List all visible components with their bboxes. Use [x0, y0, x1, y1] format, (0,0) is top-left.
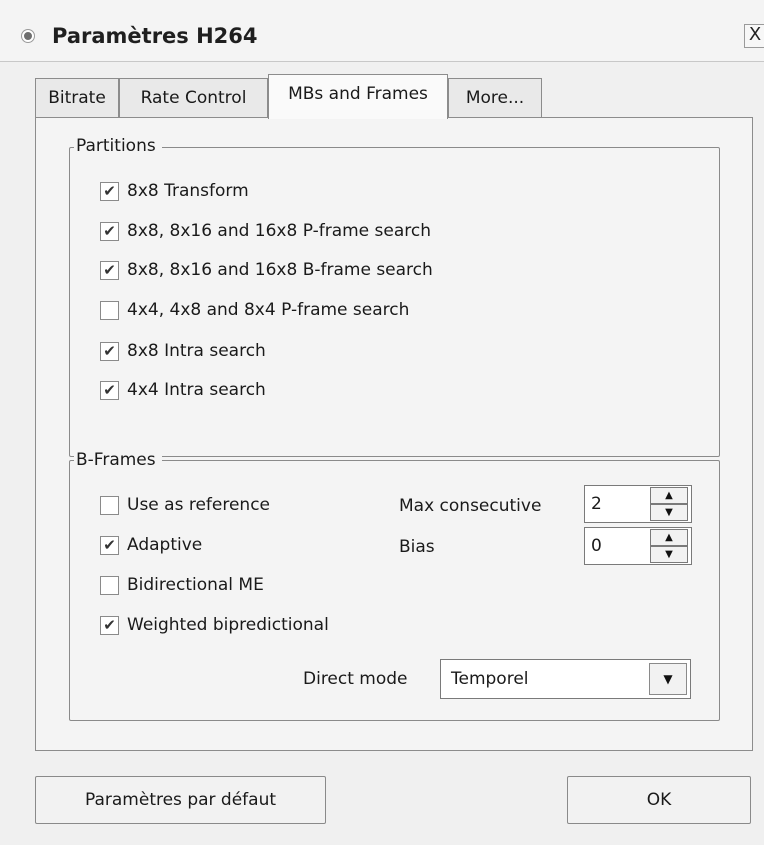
bias-spinbox[interactable]: 0 ▲ ▼	[584, 527, 692, 565]
checkbox-label: 4x4 Intra search	[127, 380, 266, 400]
title-bar: Paramètres H264 X	[0, 0, 764, 62]
spin-down-icon[interactable]: ▼	[650, 504, 688, 521]
tab-rate-control[interactable]: Rate Control	[119, 78, 268, 118]
checkbox-label: 8x8 Intra search	[127, 341, 266, 361]
bias-label: Bias	[399, 537, 435, 557]
checkbox-checked[interactable]: ✔	[100, 181, 119, 201]
default-settings-button[interactable]: Paramètres par défaut	[35, 776, 326, 824]
checkbox-unchecked[interactable]	[100, 300, 119, 320]
max-consecutive-label: Max consecutive	[399, 496, 542, 516]
checkbox-label: 8x8, 8x16 and 16x8 B-frame search	[127, 260, 433, 280]
tab-mbs-and-frames[interactable]: MBs and Frames	[268, 74, 448, 119]
max-consecutive-spinbox[interactable]: 2 ▲ ▼	[584, 485, 692, 523]
window-title: Paramètres H264	[52, 24, 258, 48]
direct-mode-select[interactable]: Temporel ▼	[440, 659, 691, 699]
checkbox-label: 8x8, 8x16 and 16x8 P-frame search	[127, 221, 432, 241]
window-menu-icon[interactable]	[22, 30, 34, 42]
spin-up-icon[interactable]: ▲	[650, 529, 688, 546]
option-8x8-intra-search[interactable]: ✔ 8x8 Intra search	[100, 341, 266, 361]
option-p-frame-search-8x8[interactable]: ✔ 8x8, 8x16 and 16x8 P-frame search	[100, 221, 431, 241]
option-weighted-bipredictional[interactable]: ✔ Weighted bipredictional	[100, 615, 329, 635]
max-consecutive-value[interactable]: 2	[591, 494, 602, 514]
checkbox-label: Bidirectional ME	[127, 575, 264, 595]
checkbox-label: Adaptive	[127, 535, 203, 555]
option-use-as-reference[interactable]: Use as reference	[100, 495, 270, 515]
direct-mode-value: Temporel	[451, 669, 529, 689]
spin-up-icon[interactable]: ▲	[650, 487, 688, 504]
option-4x4-intra-search[interactable]: ✔ 4x4 Intra search	[100, 380, 266, 400]
option-bidirectional-me[interactable]: Bidirectional ME	[100, 575, 264, 595]
checkbox-label: 8x8 Transform	[127, 181, 249, 201]
checkbox-unchecked[interactable]	[100, 495, 119, 515]
checkbox-checked[interactable]: ✔	[100, 535, 119, 555]
checkbox-checked[interactable]: ✔	[100, 615, 119, 635]
option-p-frame-search-4x4[interactable]: 4x4, 4x8 and 8x4 P-frame search	[100, 300, 409, 320]
checkbox-label: Weighted bipredictional	[127, 615, 329, 635]
ok-button[interactable]: OK	[567, 776, 751, 824]
option-8x8-transform[interactable]: ✔ 8x8 Transform	[100, 181, 249, 201]
option-adaptive[interactable]: ✔ Adaptive	[100, 535, 202, 555]
close-button[interactable]: X	[744, 24, 764, 48]
tab-bitrate[interactable]: Bitrate	[35, 78, 119, 118]
spin-down-icon[interactable]: ▼	[650, 546, 688, 563]
bframes-group-title: B-Frames	[74, 450, 162, 470]
checkbox-checked[interactable]: ✔	[100, 260, 119, 280]
checkbox-checked[interactable]: ✔	[100, 341, 119, 361]
direct-mode-label: Direct mode	[303, 669, 408, 689]
checkbox-label: Use as reference	[127, 495, 271, 515]
partitions-group-title: Partitions	[74, 136, 162, 156]
checkbox-label: 4x4, 4x8 and 8x4 P-frame search	[127, 300, 410, 320]
checkbox-unchecked[interactable]	[100, 575, 119, 595]
option-b-frame-search-8x8[interactable]: ✔ 8x8, 8x16 and 16x8 B-frame search	[100, 260, 433, 280]
tab-more[interactable]: More...	[448, 78, 542, 118]
checkbox-checked[interactable]: ✔	[100, 221, 119, 241]
chevron-down-icon[interactable]: ▼	[649, 663, 687, 695]
checkbox-checked[interactable]: ✔	[100, 380, 119, 400]
bias-value[interactable]: 0	[591, 536, 602, 556]
